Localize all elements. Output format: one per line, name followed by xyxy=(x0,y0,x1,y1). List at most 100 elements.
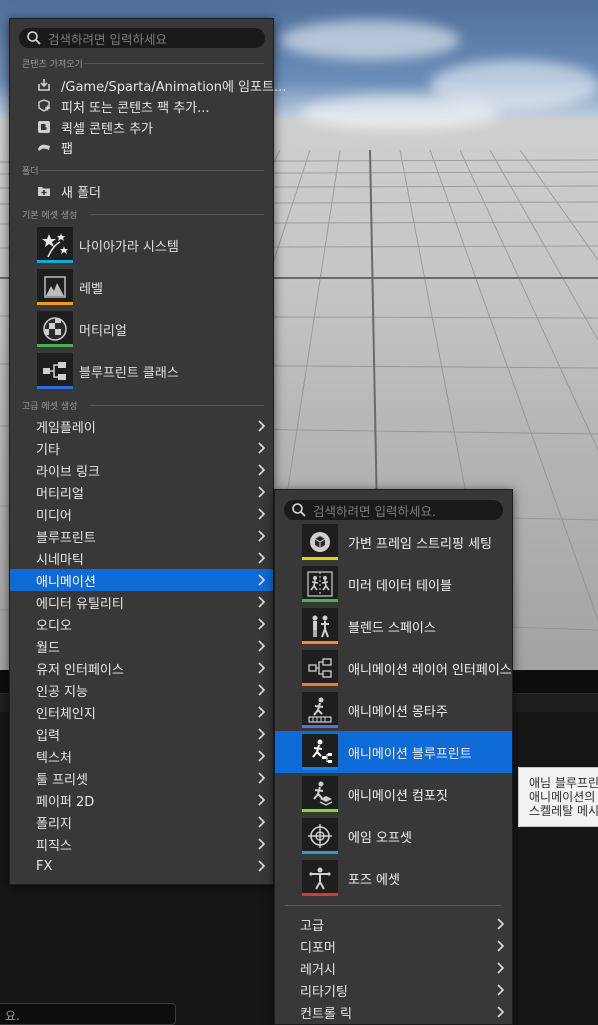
category-item[interactable]: 시네마틱 xyxy=(10,547,273,569)
chevron-right-icon xyxy=(497,962,504,974)
chevron-right-icon xyxy=(258,860,265,872)
menu-item-import[interactable]: /Game/Sparta/Animation에 임포트... xyxy=(37,77,286,95)
chevron-right-icon xyxy=(258,772,265,784)
asset-label: 에임 오프셋 xyxy=(348,830,412,846)
subcategory-item[interactable]: 고급 xyxy=(275,913,512,935)
asset-label: 블렌드 스페이스 xyxy=(348,620,436,636)
category-item[interactable]: 게임플레이 xyxy=(10,415,273,437)
chevron-right-icon xyxy=(258,596,265,608)
menu-item-level[interactable]: 레벨 xyxy=(37,269,103,305)
asset-item[interactable]: 가변 프레임 스트리핑 세팅 xyxy=(275,521,512,563)
subcategory-label: 컨트롤 릭 xyxy=(300,1006,352,1022)
category-item[interactable]: 툴 프리셋 xyxy=(10,767,273,789)
menu-item-fab[interactable]: 팹 xyxy=(37,139,73,157)
category-label: 애니메이션 xyxy=(36,574,96,590)
category-label: 유저 인터페이스 xyxy=(36,662,124,678)
search-icon xyxy=(292,503,306,517)
category-item[interactable]: 인공 지능 xyxy=(10,679,273,701)
menu-item-blueprint-class[interactable]: 블루프린트 클래스 xyxy=(37,353,179,389)
chevron-right-icon xyxy=(258,662,265,674)
chevron-right-icon xyxy=(258,530,265,542)
anim-blueprint-icon xyxy=(302,734,338,770)
category-item[interactable]: 블루프린트 xyxy=(10,525,273,547)
chevron-right-icon xyxy=(497,1006,504,1018)
category-item[interactable]: 텍스처 xyxy=(10,745,273,767)
asset-item[interactable]: 애니메이션 몽타주 xyxy=(275,689,512,731)
new-folder-icon xyxy=(37,184,51,198)
category-item[interactable]: 머티리얼 xyxy=(10,481,273,503)
asset-item[interactable]: 블렌드 스페이스 xyxy=(275,605,512,647)
console-input[interactable]: 요. xyxy=(0,1003,176,1025)
tooltip-line: 애님 블루프린 xyxy=(529,776,598,790)
chevron-right-icon xyxy=(258,552,265,564)
category-label: 라이브 링크 xyxy=(36,464,100,480)
category-item[interactable]: 피직스 xyxy=(10,833,273,855)
menu-item-quixel[interactable]: 퀵셀 콘텐츠 추가 xyxy=(37,119,153,137)
category-item[interactable]: 라이브 링크 xyxy=(10,459,273,481)
chevron-right-icon xyxy=(258,684,265,696)
category-label: FX xyxy=(36,858,53,874)
chevron-right-icon xyxy=(258,618,265,630)
category-item[interactable]: 월드 xyxy=(10,635,273,657)
anim-composite-icon xyxy=(302,776,338,812)
asset-item[interactable]: 애니메이션 블루프린트 xyxy=(275,731,512,773)
search-placeholder: 검색하려면 입력하세요 xyxy=(48,31,167,47)
asset-tooltip: 애님 블루프린 애니메이션의 스켈레탈 메시 xyxy=(518,767,598,827)
category-item[interactable]: 미디어 xyxy=(10,503,273,525)
section-advanced-assets: 고급 에셋 생성 xyxy=(22,402,78,412)
asset-item[interactable]: 포즈 에셋 xyxy=(275,857,512,899)
divider xyxy=(90,405,264,406)
category-label: 폴리지 xyxy=(36,816,72,832)
chevron-right-icon xyxy=(258,728,265,740)
category-label: 게임플레이 xyxy=(36,420,96,436)
mirror-data-table-icon xyxy=(302,566,338,602)
category-item[interactable]: FX xyxy=(10,855,273,877)
category-item[interactable]: 유저 인터페이스 xyxy=(10,657,273,679)
category-label: 툴 프리셋 xyxy=(36,772,88,788)
category-label: 블루프린트 xyxy=(36,530,96,546)
category-label: 페이퍼 2D xyxy=(36,794,95,810)
divider xyxy=(285,905,501,906)
subcategory-label: 레거시 xyxy=(300,962,336,978)
subcategory-label: 리타기팅 xyxy=(300,984,348,1000)
category-item[interactable]: 폴리지 xyxy=(10,811,273,833)
menu-item-add-content-pack[interactable]: 피처 또는 콘텐츠 팩 추가... xyxy=(37,98,210,116)
divider xyxy=(84,63,264,64)
quixel-icon xyxy=(37,120,51,134)
section-import-content: 콘텐츠 가져오기 xyxy=(22,60,83,70)
category-item[interactable]: 애니메이션 xyxy=(10,569,273,591)
asset-label: 애니메이션 블루프린트 xyxy=(348,746,472,762)
divider xyxy=(90,214,264,215)
tooltip-line: 스켈레탈 메시 xyxy=(529,804,598,818)
pose-asset-icon xyxy=(302,860,338,896)
submenu-search-input[interactable]: 검색하려면 입력하세요. xyxy=(284,500,503,520)
subcategory-item[interactable]: 컨트롤 릭 xyxy=(275,1001,512,1023)
category-item[interactable]: 입력 xyxy=(10,723,273,745)
chevron-right-icon xyxy=(497,940,504,952)
category-item[interactable]: 에디터 유틸리티 xyxy=(10,591,273,613)
import-icon xyxy=(37,78,51,92)
category-item[interactable]: 오디오 xyxy=(10,613,273,635)
asset-item[interactable]: 미러 데이터 테이블 xyxy=(275,563,512,605)
asset-item[interactable]: 애니메이션 컴포짓 xyxy=(275,773,512,815)
category-label: 미디어 xyxy=(36,508,72,524)
subcategory-item[interactable]: 리타기팅 xyxy=(275,979,512,1001)
menu-item-new-folder[interactable]: 새 폴더 xyxy=(37,183,101,201)
subcategory-item[interactable]: 레거시 xyxy=(275,957,512,979)
chevron-right-icon xyxy=(258,750,265,762)
search-input[interactable]: 검색하려면 입력하세요 xyxy=(19,28,265,48)
category-item[interactable]: 페이퍼 2D xyxy=(10,789,273,811)
asset-item[interactable]: 애니메이션 레이어 인터페이스 xyxy=(275,647,512,689)
category-item[interactable]: 기타 xyxy=(10,437,273,459)
chevron-right-icon xyxy=(258,420,265,432)
menu-item-material[interactable]: 머티리얼 xyxy=(37,311,127,347)
add-content-menu: 검색하려면 입력하세요 콘텐츠 가져오기 /Game/Sparta/Animat… xyxy=(9,18,286,885)
chevron-right-icon xyxy=(497,984,504,996)
category-label: 인공 지능 xyxy=(36,684,88,700)
category-item[interactable]: 인터체인지 xyxy=(10,701,273,723)
asset-item[interactable]: 에임 오프셋 xyxy=(275,815,512,857)
menu-item-niagara-system[interactable]: 나이아가라 시스템 xyxy=(37,227,179,263)
asset-label: 미러 데이터 테이블 xyxy=(348,578,452,594)
subcategory-item[interactable]: 디포머 xyxy=(275,935,512,957)
chevron-right-icon xyxy=(497,918,504,930)
